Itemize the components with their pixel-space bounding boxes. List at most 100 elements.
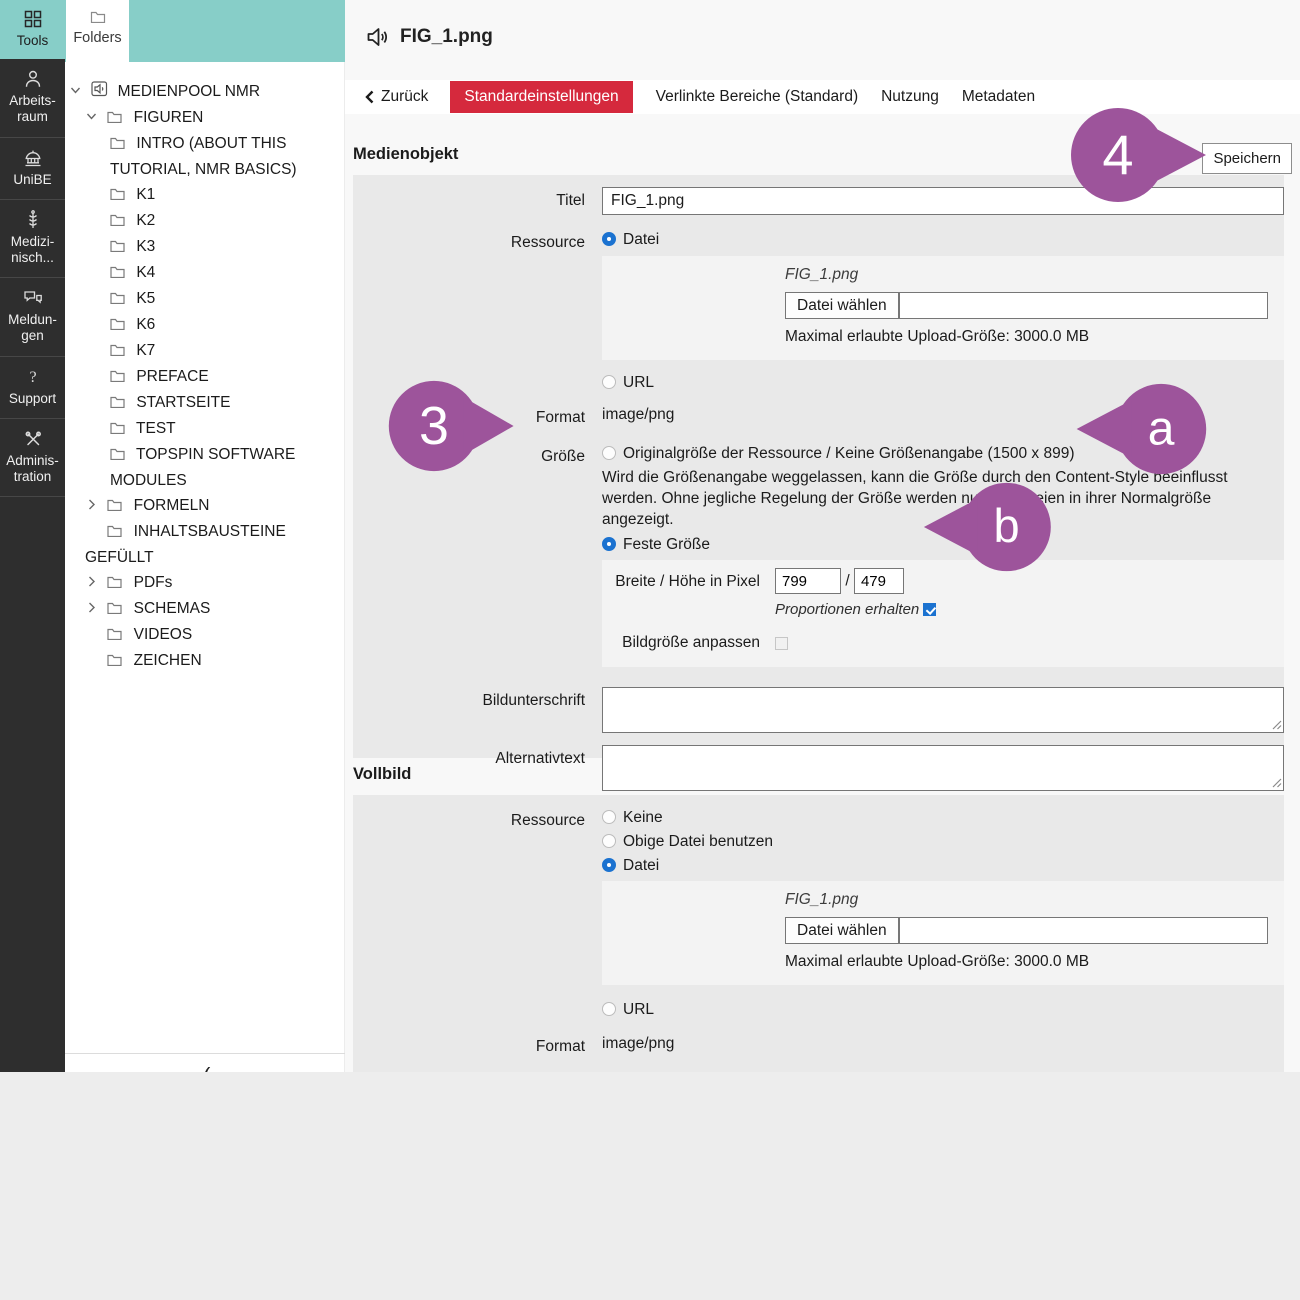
chevron-right-icon[interactable] bbox=[85, 494, 103, 519]
app-window: Tools Arbeits­raum UniBE Med bbox=[0, 0, 1300, 1072]
bildgroesse-checkbox[interactable] bbox=[775, 637, 788, 650]
radio-url[interactable] bbox=[602, 1002, 616, 1016]
tree-item-medienpool[interactable]: MEDIENPOOL NMR bbox=[65, 79, 345, 105]
folder-icon bbox=[110, 417, 132, 442]
folder-icon bbox=[110, 209, 132, 234]
hoehe-input[interactable] bbox=[854, 568, 904, 594]
chevron-right-icon[interactable] bbox=[85, 597, 103, 622]
tree-item-pdfs[interactable]: PDFs bbox=[65, 570, 345, 596]
rail-item-label: Arbeits­raum bbox=[9, 93, 56, 124]
radio-obige-datei[interactable] bbox=[602, 834, 616, 848]
radio-datei-label: Datei bbox=[623, 857, 659, 874]
tree-item[interactable]: K3 bbox=[65, 234, 345, 260]
folder-icon bbox=[110, 365, 132, 390]
tree-item[interactable]: INTRO (ABOUT THIS TUTORI­AL, NMR BASICS) bbox=[65, 131, 345, 182]
radio-originalgroesse[interactable] bbox=[602, 446, 616, 460]
radio-originalgroesse-label: Originalgröße der Ressource / Keine Größ… bbox=[623, 445, 1074, 462]
tree-item[interactable]: K6 bbox=[65, 312, 345, 338]
tree-item[interactable]: INHALTSBAUSTEINE GEFÜLLT bbox=[65, 519, 345, 570]
chat-icon bbox=[2, 287, 63, 309]
file-path-input[interactable] bbox=[899, 292, 1268, 319]
left-rail: Tools Arbeits­raum UniBE Med bbox=[0, 0, 65, 1072]
svg-text:?: ? bbox=[29, 369, 36, 386]
breite-input[interactable] bbox=[775, 568, 841, 594]
rail-item-tools[interactable]: Tools bbox=[0, 0, 65, 59]
proportionen-checkbox[interactable] bbox=[923, 603, 936, 616]
choose-file-button[interactable]: Datei wählen bbox=[785, 917, 899, 944]
tab-verlinkte-bereiche[interactable]: Verlinkte Bereiche (Standard) bbox=[656, 81, 858, 113]
radio-datei-label: Datei bbox=[623, 231, 659, 248]
tree-item[interactable]: ZEICHEN bbox=[65, 648, 345, 674]
tree-item[interactable]: TOPSPIN SOFTWARE MODU­LES bbox=[65, 442, 345, 493]
folder-icon bbox=[107, 106, 129, 131]
tree-item-figuren[interactable]: FIGUREN bbox=[65, 105, 345, 131]
radio-feste-groesse-label: Feste Größe bbox=[623, 536, 710, 553]
tree-item[interactable]: PREFACE bbox=[65, 364, 345, 390]
rail-item-label: Medizi­nisch... bbox=[11, 234, 55, 265]
tab-folders[interactable]: Folders bbox=[66, 0, 129, 86]
tab-nutzung[interactable]: Nutzung bbox=[881, 81, 939, 113]
radio-obige-datei-label: Obige Datei benutzen bbox=[623, 833, 773, 850]
radio-url[interactable] bbox=[602, 375, 616, 389]
folders-panel: Folders MEDIENPOOL NMR FIGUREN INTRO (AB… bbox=[65, 0, 345, 1072]
folder-icon bbox=[107, 571, 129, 596]
tools-icon bbox=[2, 428, 63, 450]
titel-input[interactable] bbox=[602, 187, 1284, 215]
folder-icon bbox=[110, 391, 132, 416]
tree-item-label: K1 bbox=[136, 186, 155, 203]
rail-item-administration[interactable]: Adminis­tration bbox=[0, 419, 65, 497]
tree-item[interactable]: K5 bbox=[65, 286, 345, 312]
tree-item[interactable]: K4 bbox=[65, 260, 345, 286]
folder-icon bbox=[110, 235, 132, 260]
tree-item-label: PDFs bbox=[134, 574, 173, 591]
tree-item[interactable]: K7 bbox=[65, 338, 345, 364]
main-content: FIG_1.png Zurück Standardeinstellungen V… bbox=[345, 0, 1300, 1072]
tab-bar: Zurück Standardeinstellungen Verlinkte B… bbox=[345, 80, 1300, 114]
folder-icon bbox=[90, 10, 106, 23]
tab-metadaten[interactable]: Metadaten bbox=[962, 81, 1035, 113]
tree-item[interactable]: VIDEOS bbox=[65, 622, 345, 648]
tree-item-formeln[interactable]: FORMELN bbox=[65, 493, 345, 519]
format-value: image/png bbox=[602, 404, 1284, 426]
tree-item-label: TEST bbox=[136, 420, 176, 437]
radio-keine[interactable] bbox=[602, 810, 616, 824]
tree-item[interactable]: TEST bbox=[65, 416, 345, 442]
radio-datei[interactable] bbox=[602, 232, 616, 246]
person-icon bbox=[2, 68, 63, 90]
folders-tab-label: Folders bbox=[73, 30, 121, 46]
resize-handle-icon[interactable] bbox=[1271, 777, 1282, 788]
file-path-input[interactable] bbox=[899, 917, 1268, 944]
tree-item[interactable]: STARTSEITE bbox=[65, 390, 345, 416]
chevron-down-icon[interactable] bbox=[85, 106, 103, 131]
proportionen-label: Proportionen erhalten bbox=[775, 601, 919, 618]
current-file-name: FIG_1.png bbox=[785, 889, 1268, 911]
tree-item-schemas[interactable]: SCHEMAS bbox=[65, 596, 345, 622]
clipped-glyph: ( bbox=[203, 1063, 210, 1072]
bildunterschrift-textarea[interactable] bbox=[602, 687, 1284, 733]
rail-item-arbeitsraum[interactable]: Arbeits­raum bbox=[0, 59, 65, 137]
tree-item-label: K7 bbox=[136, 342, 155, 359]
save-button[interactable]: Speichern bbox=[1202, 143, 1292, 174]
resize-handle-icon[interactable] bbox=[1271, 719, 1282, 730]
rail-item-meldungen[interactable]: Meldun­gen bbox=[0, 278, 65, 356]
tree-item[interactable]: K2 bbox=[65, 208, 345, 234]
size-separator: / bbox=[845, 573, 849, 590]
radio-keine-label: Keine bbox=[623, 809, 663, 826]
chevron-right-icon[interactable] bbox=[85, 571, 103, 596]
folder-icon bbox=[107, 520, 129, 545]
rail-item-unibe[interactable]: UniBE bbox=[0, 138, 65, 200]
tab-standardeinstellungen[interactable]: Standardeinstellungen bbox=[450, 81, 632, 113]
media-pool-icon bbox=[91, 80, 113, 105]
ressource-label: Ressource bbox=[353, 229, 602, 254]
max-upload-note: Maximal erlaubte Upload-Größe: 3000.0 MB bbox=[785, 951, 1268, 973]
radio-datei[interactable] bbox=[602, 858, 616, 872]
tree-item[interactable]: K1 bbox=[65, 182, 345, 208]
alternativtext-textarea[interactable] bbox=[602, 745, 1284, 791]
radio-feste-groesse[interactable] bbox=[602, 537, 616, 551]
rail-item-medizinisch[interactable]: Medizi­nisch... bbox=[0, 200, 65, 278]
choose-file-button[interactable]: Datei wählen bbox=[785, 292, 899, 319]
folder-icon bbox=[107, 597, 129, 622]
back-button[interactable]: Zurück bbox=[365, 88, 428, 106]
chevron-down-icon[interactable] bbox=[69, 80, 87, 105]
rail-item-support[interactable]: ? Support bbox=[0, 357, 65, 419]
